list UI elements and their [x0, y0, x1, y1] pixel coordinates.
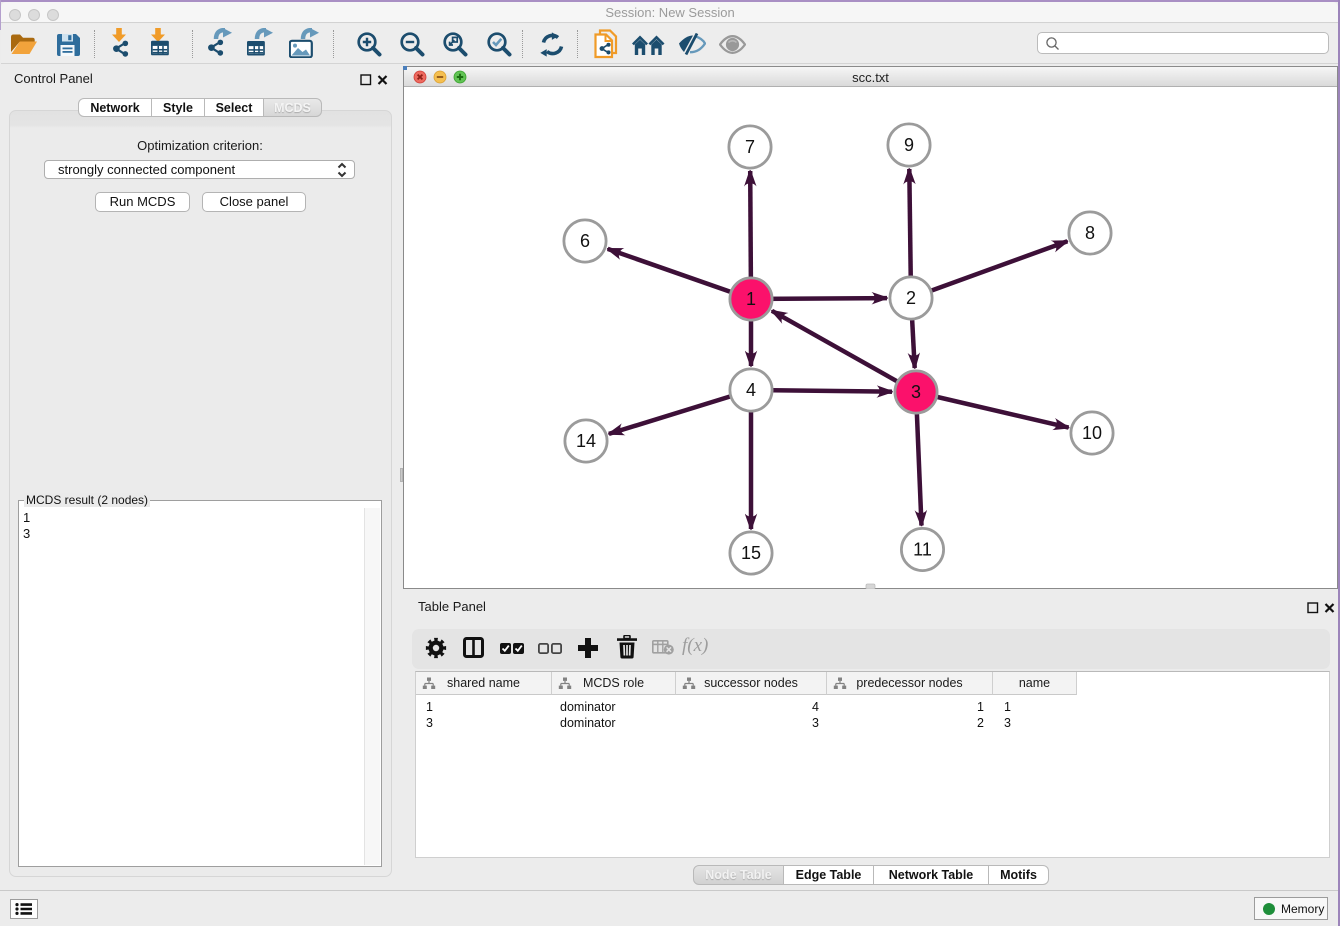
svg-text:8: 8	[1085, 223, 1095, 243]
svg-text:7: 7	[745, 137, 755, 157]
svg-text:1: 1	[746, 289, 756, 309]
svg-text:2: 2	[906, 288, 916, 308]
svg-text:6: 6	[580, 231, 590, 251]
svg-text:3: 3	[911, 382, 921, 402]
svg-text:9: 9	[904, 135, 914, 155]
svg-text:11: 11	[913, 540, 932, 560]
svg-text:14: 14	[576, 431, 596, 451]
svg-text:15: 15	[741, 543, 761, 563]
svg-text:4: 4	[746, 380, 756, 400]
svg-text:10: 10	[1082, 423, 1102, 443]
